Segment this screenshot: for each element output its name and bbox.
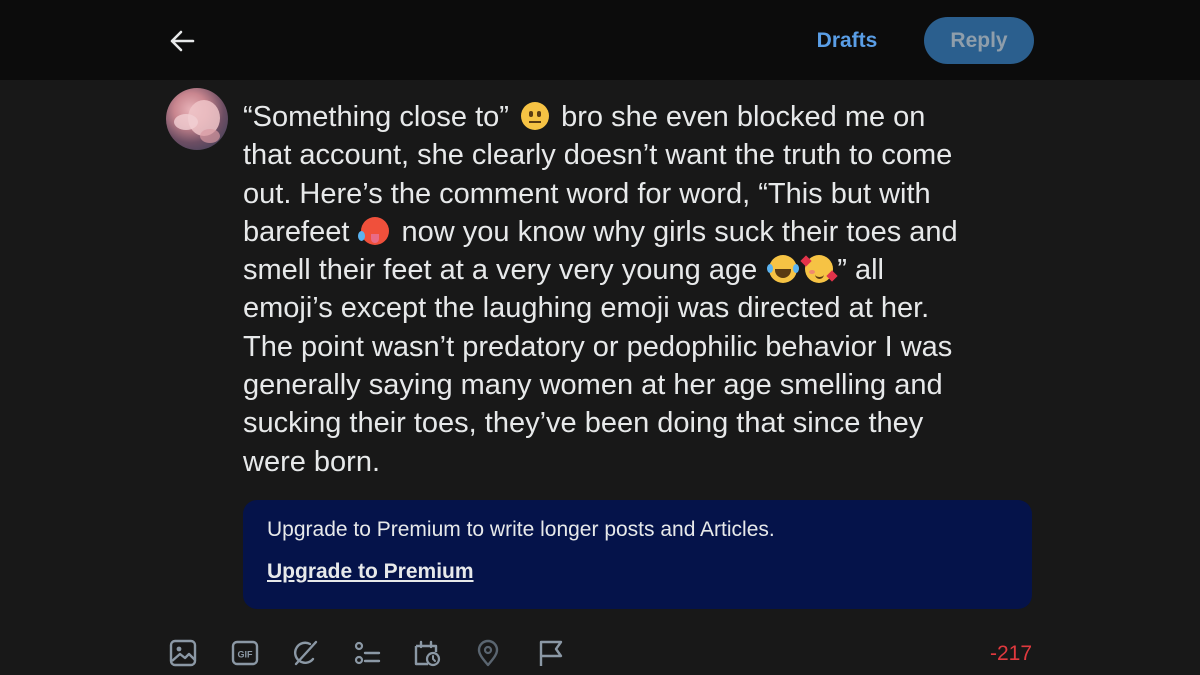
post-text-segment: barefeet — [243, 215, 350, 248]
post-text-segment: ” all — [837, 254, 884, 287]
avatar — [166, 88, 228, 150]
post-line: barefeet now you know why girls suck the… — [243, 213, 1043, 251]
post-text-segment: smell their feet at a very very young ag… — [243, 254, 758, 287]
post-text[interactable]: “Something close to” bro she even blocke… — [243, 98, 1043, 481]
image-icon — [169, 639, 197, 667]
post-text-segment: emoji’s except the laughing emoji was di… — [243, 292, 930, 325]
premium-upsell-banner: Upgrade to Premium to write longer posts… — [243, 500, 1032, 609]
post-text-segment: were born. — [243, 445, 381, 478]
premium-message: Upgrade to Premium to write longer posts… — [267, 518, 775, 541]
post-text-segment: The point wasn’t predatory or pedophilic… — [243, 330, 953, 363]
post-text-segment: “Something close to” — [243, 101, 509, 133]
post-text-segment: out. Here’s the comment word for word, “… — [243, 177, 931, 210]
flag-button[interactable] — [533, 636, 567, 670]
gif-label: GIF — [238, 650, 254, 660]
poll-icon — [354, 641, 381, 665]
back-button[interactable] — [166, 26, 198, 56]
post-line: “Something close to” bro she even blocke… — [243, 98, 1043, 136]
location-button[interactable] — [471, 636, 505, 670]
post-text-segment: sucking their toes, they’ve been doing t… — [243, 407, 924, 440]
character-counter: -217 — [989, 642, 1032, 665]
grok-button[interactable] — [288, 636, 322, 670]
avatar-image — [174, 100, 220, 143]
location-icon — [477, 639, 499, 667]
post-text-segment: that account, she clearly doesn’t want t… — [243, 139, 953, 172]
add-poll-button[interactable] — [350, 636, 384, 670]
flag-icon — [539, 640, 563, 666]
drafts-button[interactable]: Drafts — [800, 22, 894, 60]
smiling-hearts-emoji — [800, 255, 838, 284]
schedule-icon — [414, 640, 441, 667]
reply-button[interactable]: Reply — [924, 17, 1034, 64]
post-line: smell their feet at a very very young ag… — [243, 251, 1043, 289]
laughing-tears-emoji — [767, 255, 800, 284]
post-line: The point wasn’t predatory or pedophilic… — [243, 328, 1043, 366]
grok-icon — [294, 640, 318, 666]
compose-toolbar: GIF — [166, 636, 586, 672]
arrow-left-icon — [170, 30, 195, 52]
post-line: generally saying many women at her age s… — [243, 366, 1043, 404]
schedule-button[interactable] — [410, 636, 444, 670]
hot-face-emoji — [358, 216, 390, 245]
post-line: out. Here’s the comment word for word, “… — [243, 175, 1043, 213]
post-line: sucking their toes, they’ve been doing t… — [243, 404, 1043, 442]
post-line: were born. — [243, 443, 1043, 481]
upgrade-premium-link[interactable]: Upgrade to Premium — [267, 560, 474, 584]
add-image-button[interactable] — [166, 636, 200, 670]
post-line: emoji’s except the laughing emoji was di… — [243, 289, 1043, 327]
post-text-segment: generally saying many women at her age s… — [243, 369, 943, 402]
compose-header: Drafts Reply — [0, 0, 1200, 80]
post-line: that account, she clearly doesn’t want t… — [243, 136, 1043, 174]
post-text-segment: bro she even blocked me on — [561, 101, 926, 133]
add-gif-button[interactable]: GIF — [228, 636, 262, 670]
post-text-segment: now you know why girls suck their toes a… — [401, 215, 958, 248]
neutral-face-emoji — [521, 102, 550, 130]
gif-icon: GIF — [231, 640, 259, 666]
